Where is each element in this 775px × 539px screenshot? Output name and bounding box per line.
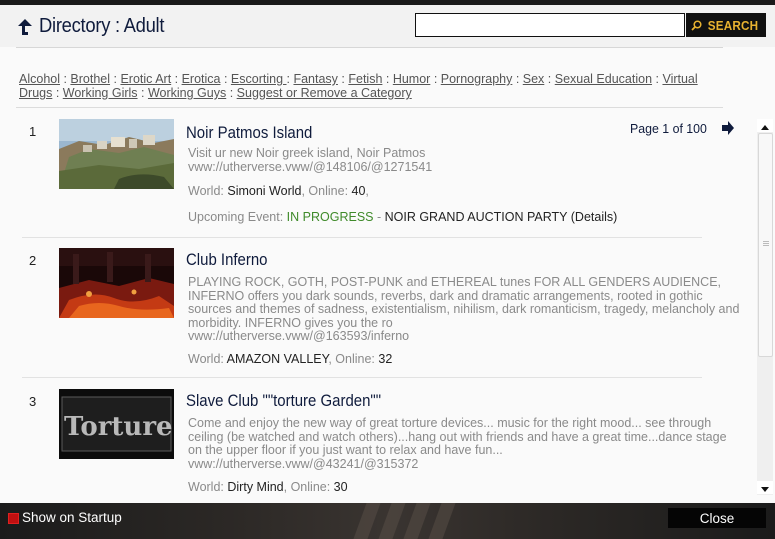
item-url[interactable]: vww://utherverse.vww/@163593/inferno <box>188 329 743 344</box>
row-divider <box>22 237 702 238</box>
search-icon <box>691 19 702 31</box>
category-link[interactable]: Pornography <box>441 72 513 86</box>
category-link[interactable]: Working Guys <box>148 86 226 100</box>
item-url[interactable]: vww://utherverse.vww/@43241/@315372 <box>188 457 743 472</box>
scroll-grip <box>763 241 769 242</box>
categories-divider <box>16 107 723 108</box>
item-description: PLAYING ROCK, GOTH, POST-PUNK and ETHERE… <box>188 275 743 344</box>
result-list: 1 Noir Patmos Island Visit ur new Noir g… <box>0 111 757 503</box>
category-link[interactable]: Erotica <box>182 72 221 86</box>
back-arrow-icon[interactable] <box>17 18 33 36</box>
description-text: Visit ur new Noir greek island, Noir Pat… <box>188 146 426 160</box>
item-index: 1 <box>29 124 37 139</box>
item-description: Visit ur new Noir greek island, Noir Pat… <box>188 146 743 175</box>
scroll-up-button[interactable] <box>757 119 773 132</box>
header-divider <box>16 47 723 48</box>
description-text: Come and enjoy the new way of great tort… <box>188 416 727 457</box>
suggest-category-link[interactable]: Suggest or Remove a Category <box>237 86 412 100</box>
online-count: 40 <box>351 184 366 198</box>
item-meta: World: Dirty Mind, Online: 30 <box>188 480 348 494</box>
category-link[interactable]: Humor <box>393 72 431 86</box>
list-item[interactable]: 3 Torture Slave Club ""torture Garden"" … <box>0 382 757 502</box>
category-link[interactable]: Fantasy <box>293 72 337 86</box>
search-input[interactable] <box>415 13 685 37</box>
thumbnail-logo-text: Torture <box>64 412 173 442</box>
category-link[interactable]: Working Girls <box>63 86 138 100</box>
upcoming-event: Upcoming Event: IN PROGRESS - NOIR GRAND… <box>188 210 618 224</box>
category-link[interactable]: Escorting <box>231 72 287 86</box>
scroll-down-arrow-icon <box>761 487 769 492</box>
list-item[interactable]: 2 Club Inferno PLAYING ROCK, GOTH, POST-… <box>0 242 757 379</box>
show-on-startup-checkbox[interactable] <box>8 513 19 524</box>
item-index: 2 <box>29 253 37 268</box>
item-meta: World: AMAZON VALLEY, Online: 32 <box>188 352 393 366</box>
item-name[interactable]: Slave Club ""torture Garden"" <box>186 391 381 411</box>
category-link[interactable]: Fetish <box>348 72 382 86</box>
item-thumbnail[interactable] <box>59 248 174 318</box>
item-name[interactable]: Club Inferno <box>186 250 268 270</box>
world-name[interactable]: Dirty Mind <box>227 480 283 494</box>
event-details-link[interactable]: NOIR GRAND AUCTION PARTY (Details) <box>385 210 618 224</box>
close-button[interactable]: Close <box>668 508 766 528</box>
item-name[interactable]: Noir Patmos Island <box>186 123 312 143</box>
search-button-label: SEARCH <box>707 17 759 33</box>
online-count: 32 <box>378 352 393 366</box>
category-link[interactable]: Alcohol <box>19 72 60 86</box>
world-name[interactable]: Simoni World <box>227 184 301 198</box>
show-on-startup-label[interactable]: Show on Startup <box>22 510 122 525</box>
footer-bar: Show on Startup Close <box>0 503 775 539</box>
event-status: IN PROGRESS <box>286 210 374 224</box>
search-bar: SEARCH <box>415 13 766 37</box>
world-name[interactable]: AMAZON VALLEY <box>227 352 329 366</box>
category-links: Alcohol : Brothel : Erotic Art : Erotica… <box>19 72 698 100</box>
row-divider <box>22 377 702 378</box>
list-item[interactable]: 1 Noir Patmos Island Visit ur new Noir g… <box>0 111 757 239</box>
scroll-down-button[interactable] <box>757 481 773 494</box>
item-index: 3 <box>29 394 37 409</box>
item-thumbnail[interactable]: Torture <box>59 389 174 459</box>
scroll-thumb[interactable] <box>758 133 773 357</box>
category-link[interactable]: Brothel <box>70 72 110 86</box>
directory-window: Directory : Adult SEARCH Alcohol : Broth… <box>0 0 775 503</box>
category-link[interactable]: Erotic Art <box>120 72 171 86</box>
category-link[interactable]: Sex <box>523 72 545 86</box>
online-count: 30 <box>333 480 348 494</box>
item-thumbnail[interactable] <box>59 119 174 189</box>
search-button[interactable]: SEARCH <box>686 13 766 37</box>
description-text: PLAYING ROCK, GOTH, POST-PUNK and ETHERE… <box>188 275 740 330</box>
item-meta: World: Simoni World, Online: 40, <box>188 184 369 198</box>
item-description: Come and enjoy the new way of great tort… <box>188 416 743 472</box>
page-title: Directory : Adult <box>39 15 165 37</box>
item-url[interactable]: vww://utherverse.vww/@148106/@1271541 <box>188 160 743 175</box>
category-link[interactable]: Sexual Education <box>555 72 652 86</box>
vertical-scrollbar[interactable] <box>757 119 773 495</box>
